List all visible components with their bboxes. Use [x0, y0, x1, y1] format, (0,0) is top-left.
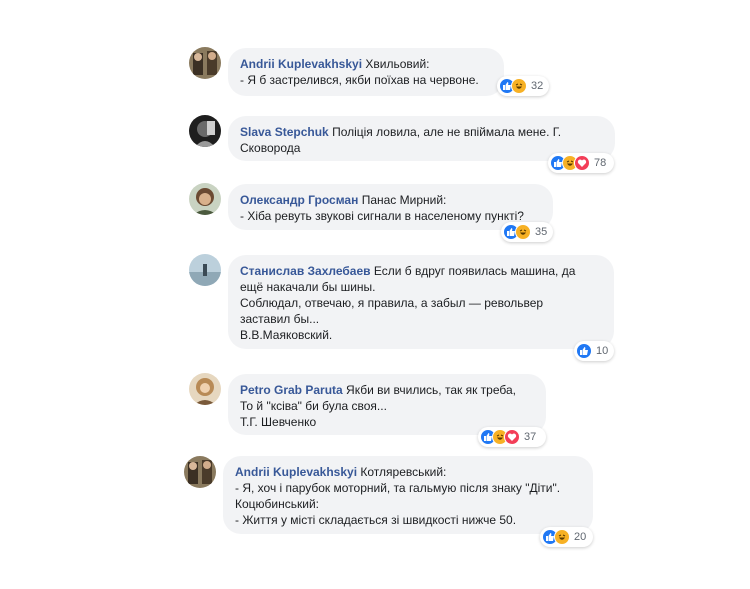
haha-icon — [515, 224, 531, 240]
comment-author[interactable]: Станислав Захлебаев — [240, 264, 371, 278]
comment-author[interactable]: Petro Grab Paruta — [240, 383, 343, 397]
reactions-summary[interactable]: 20 — [540, 527, 593, 547]
comment-text: Панас Мирний: — [361, 193, 447, 207]
comment-bubble: Andrii Kuplevakhskyi Котляревський: - Я,… — [223, 456, 593, 534]
haha-icon — [511, 78, 527, 94]
avatar[interactable] — [189, 47, 221, 79]
comment-text: заставил бы... — [240, 312, 320, 326]
avatar[interactable] — [189, 183, 221, 215]
comment-text: Поліція ловила, але не впіймала мене. Г. — [332, 125, 562, 139]
comment-text: То й "ксіва" би була своя... — [240, 399, 387, 413]
comment-author[interactable]: Andrii Kuplevakhskyi — [240, 57, 362, 71]
reactions-summary[interactable]: 35 — [501, 222, 553, 242]
avatar[interactable] — [184, 456, 216, 488]
comment-text: - Життя у місті складається зі швидкості… — [235, 513, 517, 527]
reaction-count: 10 — [596, 345, 609, 357]
comment-text: ещё накачали бы шины. — [240, 280, 376, 294]
like-icon — [576, 343, 592, 359]
comment-text: Якби ви вчились, так як треба, — [346, 383, 516, 397]
comment-text: Если б вдруг появилась машина, да — [373, 264, 576, 278]
comment-text: Сковорода — [240, 141, 301, 155]
comment-text: Хвильовий: — [365, 57, 430, 71]
reactions-summary[interactable]: 37 — [478, 427, 546, 447]
comment-text: - Хіба ревуть звукові сигнали в населено… — [240, 209, 524, 223]
comment-bubble: Andrii Kuplevakhskyi Хвильовий: - Я б за… — [228, 48, 504, 96]
reactions-summary[interactable]: 78 — [548, 153, 614, 173]
avatar[interactable] — [189, 115, 221, 147]
comment-bubble: Станислав Захлебаев Если б вдруг появила… — [228, 255, 614, 349]
comment-text: - Я б застрелився, якби поїхав на червон… — [240, 73, 479, 87]
haha-icon — [554, 529, 570, 545]
reaction-count: 37 — [524, 431, 537, 443]
love-icon — [504, 429, 520, 445]
comment-bubble: Petro Grab Paruta Якби ви вчились, так я… — [228, 374, 546, 435]
comment-text: Котляревський: — [360, 465, 447, 479]
comment-text: В.В.Маяковский. — [240, 328, 333, 342]
love-icon — [574, 155, 590, 171]
avatar[interactable] — [189, 373, 221, 405]
comment-text: - Я, хоч і парубок моторний, та гальмую … — [235, 481, 561, 495]
reaction-count: 32 — [531, 80, 544, 92]
reactions-summary[interactable]: 10 — [574, 341, 614, 361]
reactions-summary[interactable]: 32 — [497, 76, 549, 96]
comment-author[interactable]: Олександр Гросман — [240, 193, 358, 207]
reaction-count: 20 — [574, 531, 587, 543]
comment-text: Соблюдал, отвечаю, я правила, а забыл — … — [240, 296, 544, 310]
avatar[interactable] — [189, 254, 221, 286]
comment-author[interactable]: Andrii Kuplevakhskyi — [235, 465, 357, 479]
reaction-count: 78 — [594, 157, 607, 169]
comment-text: Коцюбинський: — [235, 497, 319, 511]
comment-author[interactable]: Slava Stepchuk — [240, 125, 329, 139]
reaction-count: 35 — [535, 226, 548, 238]
